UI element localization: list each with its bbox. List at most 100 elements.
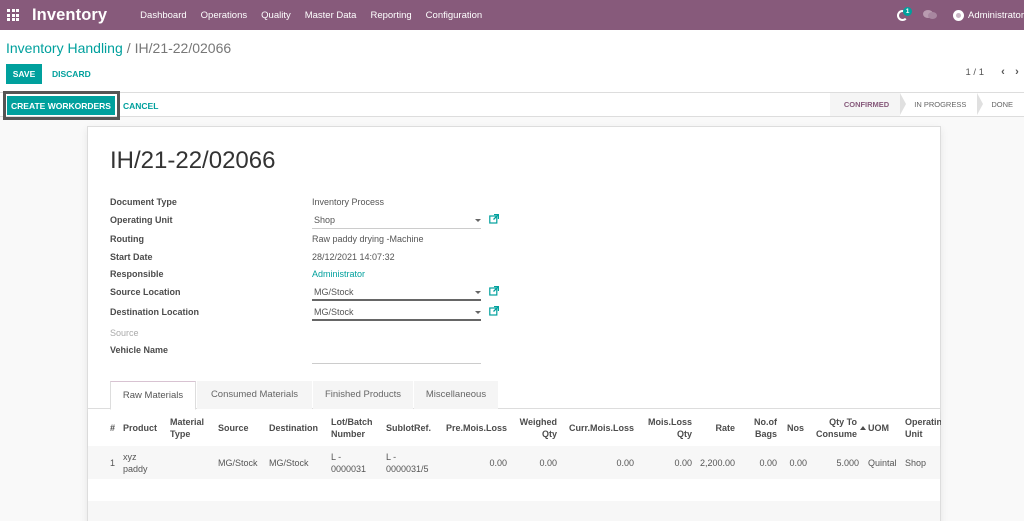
field-label: Destination Location (110, 306, 200, 317)
vehicle-name-input[interactable] (312, 346, 481, 364)
cell-nos: 0.00 (789, 457, 807, 468)
dropdown-caret-icon[interactable] (475, 310, 481, 314)
cell-no-of-bags: 0.00 (759, 457, 777, 468)
user-menu[interactable]: Administrator (968, 10, 1024, 21)
column-header-weighed-qty[interactable]: Weighed Qty (508, 410, 557, 446)
responsible-link[interactable]: Administrator (312, 269, 365, 279)
raw-materials-table: # Product Material Type Source Destinati… (88, 410, 941, 521)
column-header-rate[interactable]: Rate (698, 410, 735, 446)
cell-uom: Quintal (868, 457, 897, 468)
field-label: Source (110, 327, 139, 338)
stage-in-progress[interactable]: IN PROGRESS (900, 93, 984, 116)
field-label: Start Date (110, 251, 153, 262)
breadcrumb-separator: / (126, 40, 131, 56)
column-header-pre-mois-loss[interactable]: Pre.Mois.Loss (438, 410, 507, 446)
cancel-button[interactable]: CANCEL (123, 96, 158, 115)
pager-previous-icon[interactable]: ‹ (996, 66, 1010, 78)
menu-master-data[interactable]: Master Data (305, 10, 357, 21)
user-avatar[interactable] (953, 9, 965, 21)
tab-consumed-materials[interactable]: Consumed Materials (197, 381, 312, 409)
field-document-type: Document Type Inventory Process (110, 195, 510, 213)
empty-row (88, 501, 940, 521)
field-vehicle-name: Vehicle Name (110, 343, 510, 364)
pager-value[interactable]: 1 / 1 (966, 67, 985, 78)
menu-quality[interactable]: Quality (261, 10, 291, 21)
apps-menu-icon[interactable] (7, 9, 21, 21)
column-header-curr-mois-loss[interactable]: Curr.Mois.Loss (558, 410, 634, 446)
tab-raw-materials[interactable]: Raw Materials (110, 381, 196, 410)
column-header-operating-unit[interactable]: Operating Unit (905, 410, 941, 446)
breadcrumb-current: IH/21-22/02066 (134, 40, 232, 56)
column-header-destination[interactable]: Destination (269, 410, 318, 446)
pager-next-icon[interactable]: › (1010, 66, 1024, 78)
chat-icon[interactable] (923, 10, 938, 20)
top-navbar: Inventory Dashboard Operations Quality M… (0, 0, 1024, 30)
column-header-mois-loss-qty[interactable]: Mois.Loss Qty (640, 410, 692, 446)
field-label: Vehicle Name (110, 345, 169, 355)
cell-number: 1 (110, 457, 116, 468)
field-label: Document Type (110, 197, 177, 207)
cell-rate: 2,200.00 (699, 457, 735, 468)
cell-product: xyz paddy (123, 451, 148, 474)
pager: 1 / 1 ‹ › (966, 66, 1024, 78)
field-label: Responsible (110, 269, 164, 279)
document-type-value: Inventory Process (312, 197, 385, 207)
activity-clock-icon[interactable]: 1 (897, 7, 913, 22)
breadcrumb: Inventory Handling / IH/21-22/02066 (6, 40, 231, 56)
routing-value: Raw paddy drying -Machine (312, 234, 424, 244)
cell-weighed-qty: 0.00 (539, 457, 557, 468)
form-fields: Document Type Inventory Process Operatin… (110, 195, 510, 364)
column-header-source[interactable]: Source (218, 410, 249, 446)
form-sheet: IH/21-22/02066 Document Type Inventory P… (87, 126, 941, 521)
tab-finished-products[interactable]: Finished Products (313, 381, 413, 409)
column-header-nos[interactable]: Nos (778, 410, 804, 446)
form-statusbar: CREATE WORKORDERS CANCEL CONFIRMED IN PR… (0, 91, 1024, 120)
column-header-product[interactable]: Product (123, 410, 157, 446)
field-source-location: Source Location (110, 284, 510, 304)
menu-dashboard[interactable]: Dashboard (140, 10, 186, 21)
save-button[interactable]: SAVE (6, 64, 42, 84)
field-start-date: Start Date 28/12/2021 14:07:32 (110, 250, 510, 268)
cell-qty-to-consume: 5.000 (836, 457, 859, 468)
column-header-no-of-bags[interactable]: No.of Bags (740, 410, 777, 446)
cell-operating-unit: Shop (905, 457, 927, 468)
app-brand: Inventory (32, 5, 108, 24)
menu-operations[interactable]: Operations (201, 10, 247, 21)
record-title: IH/21-22/02066 (110, 147, 276, 174)
field-responsible: Responsible Administrator (110, 267, 510, 285)
notebook-tabs: Raw Materials Consumed Materials Finishe… (88, 381, 940, 410)
cell-curr-mois-loss: 0.00 (616, 457, 634, 468)
cell-sublot-ref: L - 0000031/5 (386, 451, 429, 474)
stage-done[interactable]: DONE (977, 93, 1024, 116)
source-location-input[interactable] (312, 284, 481, 301)
dropdown-caret-icon[interactable] (475, 218, 481, 222)
tab-miscellaneous[interactable]: Miscellaneous (414, 381, 498, 409)
external-link-icon[interactable] (489, 305, 499, 316)
column-header-uom[interactable]: UOM (868, 410, 889, 446)
cell-pre-mois-loss: 0.00 (489, 457, 507, 468)
stage-pipeline: CONFIRMED IN PROGRESS DONE (829, 93, 1024, 116)
stage-confirmed[interactable]: CONFIRMED (829, 93, 907, 116)
column-header-lot-batch[interactable]: Lot/Batch Number (331, 410, 379, 446)
external-link-icon[interactable] (489, 285, 499, 296)
discard-button[interactable]: DISCARD (52, 64, 91, 84)
create-workorders-button[interactable]: CREATE WORKORDERS (7, 96, 115, 115)
dropdown-caret-icon[interactable] (475, 290, 481, 294)
column-header-sublot-ref[interactable]: SublotRef. (386, 410, 431, 446)
operating-unit-input[interactable] (312, 212, 481, 229)
destination-location-input[interactable] (312, 304, 481, 321)
cell-source: MG/Stock (218, 457, 258, 468)
table-row[interactable]: 1 xyz paddy MG/Stock MG/Stock L - 000003… (88, 446, 940, 479)
column-header-number[interactable]: # (110, 410, 115, 446)
column-header-qty-to-consume[interactable]: Qty To Consume (808, 410, 866, 446)
external-link-icon[interactable] (489, 213, 499, 224)
field-operating-unit: Operating Unit (110, 212, 510, 231)
sort-ascending-icon (860, 426, 866, 430)
empty-row (88, 479, 940, 501)
menu-configuration[interactable]: Configuration (426, 10, 483, 21)
table-header: # Product Material Type Source Destinati… (88, 410, 941, 446)
cell-mois-loss-qty: 0.00 (674, 457, 692, 468)
column-header-material-type[interactable]: Material Type (170, 410, 212, 446)
menu-reporting[interactable]: Reporting (370, 10, 411, 21)
breadcrumb-parent[interactable]: Inventory Handling (6, 40, 123, 56)
